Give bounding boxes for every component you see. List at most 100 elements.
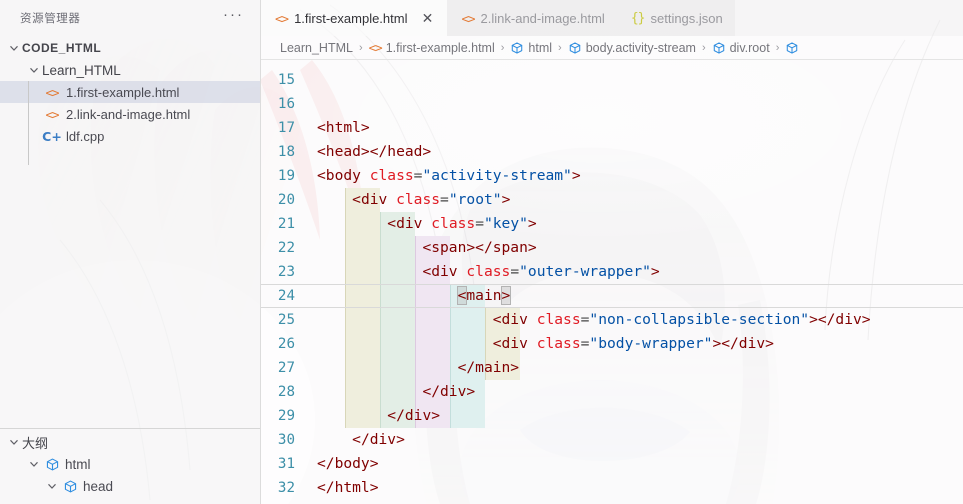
code-line-22[interactable]: 22 <span></span> — [261, 236, 963, 260]
breadcrumb: Learn_HTML › <> 1.first-example.html › h… — [261, 36, 963, 60]
tree-item-link-and-image-html[interactable]: <> 2.link-and-image.html — [0, 103, 260, 125]
code-line-15[interactable]: 15 — [261, 68, 963, 92]
line-content[interactable]: </body> — [317, 452, 963, 476]
code-line-17[interactable]: 17 <html> — [261, 116, 963, 140]
tab-bar-empty-space — [735, 0, 963, 36]
code-line-20[interactable]: 20 <div class="root"> — [261, 188, 963, 212]
breadcrumb-label: html — [528, 40, 553, 55]
outline-item-head[interactable]: head — [0, 475, 260, 497]
outline-item-html[interactable]: html — [0, 453, 260, 475]
cpp-file-icon: C+ — [42, 128, 62, 144]
tab-bar: <> 1.first-example.html ✕ <> 2.link-and-… — [261, 0, 963, 36]
line-number: 24 — [277, 288, 295, 304]
line-number: 16 — [277, 96, 295, 112]
code-line-32[interactable]: 32 </html> — [261, 476, 963, 500]
line-content[interactable]: <div class="outer-wrapper"> — [317, 260, 963, 284]
line-content[interactable]: </html> — [317, 476, 963, 500]
line-number: 28 — [277, 384, 295, 400]
line-number: 26 — [277, 336, 295, 352]
line-content[interactable]: <div class="key"> — [317, 212, 963, 236]
line-number: 18 — [277, 144, 295, 160]
chevron-right-icon: › — [358, 41, 363, 54]
html-file-icon: <> — [275, 10, 289, 26]
breadcrumb-item-div-root[interactable]: div.root — [711, 41, 771, 55]
tree-item-learn-html[interactable]: Learn_HTML — [0, 59, 260, 81]
symbol-module-icon — [60, 479, 80, 494]
breadcrumb-label: body.activity-stream — [585, 40, 696, 55]
chevron-down-icon[interactable] — [26, 64, 42, 76]
html-file-icon: <> — [461, 10, 475, 26]
tab-label: settings.json — [650, 10, 723, 26]
vscode-window: 资源管理器 ··· CODE_HTML Learn_HTML <> 1.firs… — [0, 0, 963, 504]
code-line-25[interactable]: 25 <div class="non-collapsible-section">… — [261, 308, 963, 332]
code-line-16[interactable]: 16 — [261, 92, 963, 116]
symbol-module-icon — [42, 457, 62, 472]
tab-first-example-html[interactable]: <> 1.first-example.html ✕ — [261, 0, 448, 36]
line-number: 27 — [277, 360, 295, 376]
tree-item-label: ldf.cpp — [66, 128, 105, 144]
breadcrumb-item-first-example-html[interactable]: <> 1.first-example.html — [368, 40, 496, 55]
line-content[interactable]: <head></head> — [317, 140, 963, 164]
line-number: 15 — [277, 72, 295, 88]
tree-item-ldf-cpp[interactable]: C+ ldf.cpp — [0, 125, 260, 147]
code-line-19[interactable]: 19 <body class="activity-stream"> — [261, 164, 963, 188]
line-content[interactable]: <main> — [317, 284, 963, 308]
code-line-24[interactable]: 24 <main> — [261, 284, 963, 308]
tree-item-code-html[interactable]: CODE_HTML — [0, 37, 260, 59]
breadcrumb-label: Learn_HTML — [280, 40, 353, 55]
outline-section-header[interactable]: 大纲 — [0, 431, 260, 453]
chevron-down-icon[interactable] — [26, 458, 42, 470]
line-content[interactable]: <div class="non-collapsible-section"></d… — [317, 308, 963, 332]
line-number: 17 — [277, 120, 295, 136]
tab-settings-json[interactable]: {} settings.json — [616, 0, 735, 36]
line-content[interactable]: <span></span> — [317, 236, 963, 260]
chevron-down-icon[interactable] — [6, 436, 22, 448]
chevron-right-icon: › — [500, 41, 505, 54]
chevron-down-icon[interactable] — [6, 42, 22, 54]
symbol-module-icon — [785, 41, 799, 55]
outline-item-label: html — [65, 456, 91, 472]
code-line-18[interactable]: 18 <head></head> — [261, 140, 963, 164]
code-line-31[interactable]: 31 </body> — [261, 452, 963, 476]
line-content[interactable]: </div> — [317, 428, 963, 452]
code-line-29[interactable]: 29 </div> — [261, 404, 963, 428]
line-content[interactable]: </div> — [317, 380, 963, 404]
breadcrumb-item-learn-html[interactable]: Learn_HTML — [279, 41, 354, 55]
breadcrumb-item-body-activity-stream[interactable]: body.activity-stream — [567, 41, 697, 55]
tab-link-and-image-html[interactable]: <> 2.link-and-image.html — [447, 0, 617, 36]
tree-item-label: CODE_HTML — [22, 41, 102, 55]
code-line-28[interactable]: 28 </div> — [261, 380, 963, 404]
line-number: 21 — [277, 216, 295, 232]
html-file-icon: <> — [368, 40, 383, 55]
breadcrumb-item-truncated[interactable] — [784, 41, 800, 55]
code-line-27[interactable]: 27 </main> — [261, 356, 963, 380]
code-line-26[interactable]: 26 <div class="body-wrapper"></div> — [261, 332, 963, 356]
line-content[interactable]: </div> — [317, 404, 963, 428]
line-content[interactable]: <body class="activity-stream"> — [317, 164, 963, 188]
line-content[interactable]: <div class="body-wrapper"></div> — [317, 332, 963, 356]
line-content[interactable]: </main> — [317, 356, 963, 380]
line-number: 19 — [277, 168, 295, 184]
line-content[interactable]: <div class="root"> — [317, 188, 963, 212]
line-number: 23 — [277, 264, 295, 280]
chevron-right-icon: › — [701, 41, 706, 54]
chevron-down-icon[interactable] — [44, 480, 60, 492]
line-number: 22 — [277, 240, 295, 256]
breadcrumb-label: div.root — [729, 40, 770, 55]
json-file-icon: {} — [630, 10, 646, 26]
tab-label: 1.first-example.html — [294, 10, 408, 26]
tab-label: 2.link-and-image.html — [480, 10, 605, 26]
breadcrumb-item-html[interactable]: html — [509, 41, 553, 55]
code-line-30[interactable]: 30 </div> — [261, 428, 963, 452]
explorer-more-actions-icon[interactable]: ··· — [219, 7, 248, 25]
code-line-21[interactable]: 21 <div class="key"> — [261, 212, 963, 236]
explorer-sidebar: 资源管理器 ··· CODE_HTML Learn_HTML <> 1.firs… — [0, 0, 261, 504]
code-editor[interactable]: 15 16 17 <html> 18 <head></head> 19 <bod… — [261, 60, 963, 504]
outline-item-label: head — [83, 478, 114, 494]
close-icon[interactable]: ✕ — [419, 10, 435, 26]
line-content[interactable]: <html> — [317, 116, 963, 140]
tree-item-first-example-html[interactable]: <> 1.first-example.html — [0, 81, 260, 103]
code-line-23[interactable]: 23 <div class="outer-wrapper"> — [261, 260, 963, 284]
tree-item-label: 2.link-and-image.html — [66, 106, 191, 122]
editor-area: <> 1.first-example.html ✕ <> 2.link-and-… — [261, 0, 963, 504]
